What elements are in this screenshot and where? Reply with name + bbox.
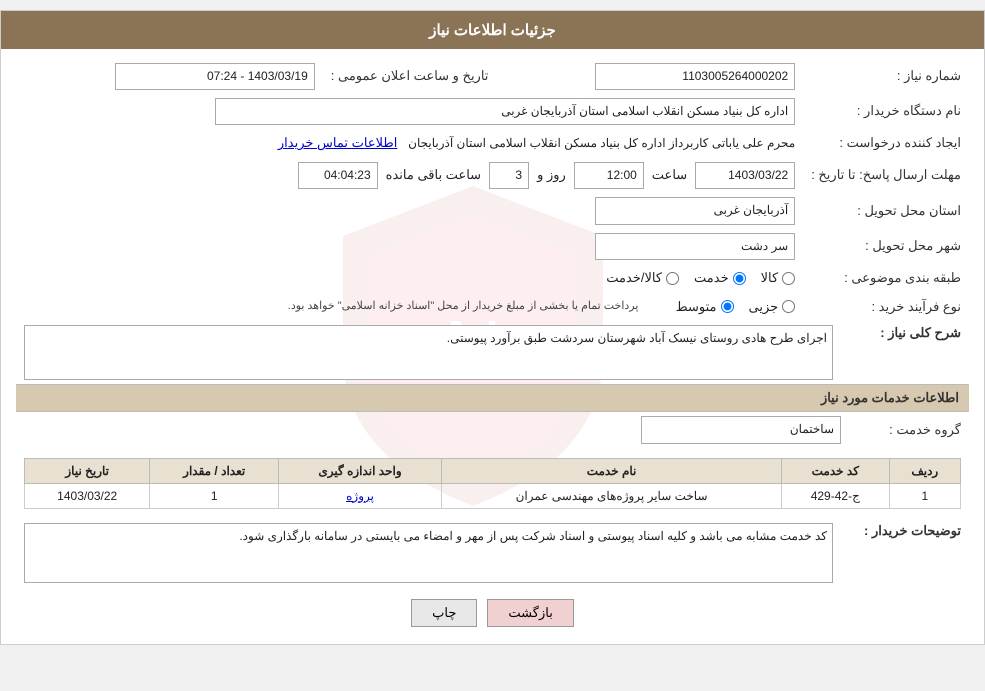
buyer-org-value: اداره کل بنیاد مسکن انقلاب اسلامی استان … [16, 94, 803, 129]
radio-khadamat: خدمت [694, 268, 746, 289]
deadline-days-field: 3 [489, 162, 529, 189]
city-value: سر دشت [496, 229, 803, 264]
radio-kala-input[interactable] [782, 272, 795, 285]
radio-kala-khadamat: کالا/خدمت [606, 268, 679, 289]
radio-jozee-input[interactable] [782, 300, 795, 313]
province-value: آذربایجان غربی [496, 193, 803, 228]
deadline-time-field: 12:00 [574, 162, 644, 189]
creator-text: محرم علی یاباتی کاربرداز اداره کل بنیاد … [408, 136, 795, 150]
deadline-date-field: 1403/03/22 [695, 162, 795, 189]
announce-datetime-field: 1403/03/19 - 07:24 [115, 63, 315, 90]
city-label: شهر محل تحویل : [803, 229, 969, 264]
services-table-container: ردیفکد خدمتنام خدمتواحد اندازه گیریتعداد… [16, 448, 969, 519]
basic-info-table: شماره نیاز : 1103005264000202 تاریخ و سا… [16, 59, 969, 321]
announce-datetime-label: تاریخ و ساعت اعلان عمومی : [323, 59, 497, 94]
table-header: تعداد / مقدار [150, 458, 279, 483]
radio-jozee: جزیی [749, 297, 796, 318]
request-number-label: شماره نیاز : [803, 59, 969, 94]
radio-kala-label: کالا [761, 268, 779, 289]
table-header: کد خدمت [781, 458, 889, 483]
category-row: کالا خدمت کالا/خدمت [16, 264, 803, 293]
services-table: ردیفکد خدمتنام خدمتواحد اندازه گیریتعداد… [24, 458, 961, 509]
service-group-field: ساختمان [641, 416, 841, 443]
category-label: طبقه بندی موضوعی : [803, 264, 969, 293]
buyer-notes-label: توضیحات خریدار : [841, 523, 961, 539]
service-unit-link[interactable]: پروژه [346, 489, 374, 503]
table-header: ردیف [889, 458, 960, 483]
table-header: تاریخ نیاز [25, 458, 150, 483]
page-header: جزئیات اطلاعات نیاز [1, 11, 984, 49]
creator-value: محرم علی یاباتی کاربرداز اداره کل بنیاد … [16, 129, 803, 158]
service-group-value: ساختمان [16, 412, 849, 447]
purchase-desc: پرداخت تمام یا بخشی از مبلغ خریدار از مح… [288, 298, 639, 316]
need-desc-label: شرح کلی نیاز : [841, 325, 961, 341]
province-label: استان محل تحویل : [803, 193, 969, 228]
radio-kala: کالا [761, 268, 796, 289]
radio-motavasset-label: متوسط [676, 297, 717, 318]
buyer-notes-section: توضیحات خریدار : کد خدمت مشابه می باشد و… [16, 519, 969, 587]
content-area: شماره نیاز : 1103005264000202 تاریخ و سا… [16, 59, 969, 639]
table-cell: 1 [150, 483, 279, 508]
request-number-value: 1103005264000202 [496, 59, 803, 94]
table-cell: 1 [889, 483, 960, 508]
deadline-time-label: ساعت [652, 165, 687, 186]
buyer-org-label: نام دستگاه خریدار : [803, 94, 969, 129]
city-field: سر دشت [595, 233, 795, 260]
deadline-row: 1403/03/22 ساعت 12:00 روز و 3 ساعت باقی … [16, 158, 803, 193]
radio-jozee-label: جزیی [749, 297, 779, 318]
back-button[interactable]: بازگشت [487, 599, 573, 627]
page-title: جزئیات اطلاعات نیاز [429, 22, 556, 39]
need-desc-section: شرح کلی نیاز : اجرای طرح هادی روستای نیس… [16, 321, 969, 384]
table-cell: 1403/03/22 [25, 483, 150, 508]
services-section-title: اطلاعات خدمات مورد نیاز [16, 384, 969, 412]
contact-link[interactable]: اطلاعات تماس خریدار [278, 135, 397, 150]
creator-label: ایجاد کننده درخواست : [803, 129, 969, 158]
radio-motavasset-input[interactable] [721, 300, 734, 313]
table-cell: ساخت سایر پروژه‌های مهندسی عمران [442, 483, 782, 508]
request-number-field: 1103005264000202 [595, 63, 795, 90]
province-field: آذربایجان غربی [595, 197, 795, 224]
buyer-notes-value: کد خدمت مشابه می باشد و کلیه اسناد پیوست… [24, 523, 833, 583]
remaining-label: ساعت باقی مانده [386, 165, 481, 186]
service-group-table: گروه خدمت : ساختمان [16, 412, 969, 447]
print-button[interactable]: چاپ [411, 599, 477, 627]
purchase-type-label: نوع فرآیند خرید : [803, 293, 969, 322]
remaining-time-field: 04:04:23 [298, 162, 378, 189]
table-header: واحد اندازه گیری [279, 458, 442, 483]
buyer-org-field: اداره کل بنیاد مسکن انقلاب اسلامی استان … [215, 98, 795, 125]
radio-kala-khadamat-input[interactable] [666, 272, 679, 285]
table-row: 1ج-42-429ساخت سایر پروژه‌های مهندسی عمرا… [25, 483, 961, 508]
buttons-row: بازگشت چاپ [16, 587, 969, 639]
radio-motavasset: متوسط [676, 297, 734, 318]
table-cell: ج-42-429 [781, 483, 889, 508]
table-header: نام خدمت [442, 458, 782, 483]
deadline-label: مهلت ارسال پاسخ: تا تاریخ : [803, 158, 969, 193]
radio-khadamat-label: خدمت [694, 268, 729, 289]
radio-khadamat-input[interactable] [733, 272, 746, 285]
announce-datetime-value: 1403/03/19 - 07:24 [16, 59, 323, 94]
deadline-days-label: روز و [537, 165, 566, 186]
radio-kala-khadamat-label: کالا/خدمت [606, 268, 662, 289]
purchase-type-row: جزیی متوسط پرداخت تمام یا بخشی از مبلغ خ… [16, 293, 803, 322]
need-desc-value: اجرای طرح هادی روستای نیسک آباد شهرستان … [24, 325, 833, 380]
service-group-label: گروه خدمت : [849, 412, 969, 447]
